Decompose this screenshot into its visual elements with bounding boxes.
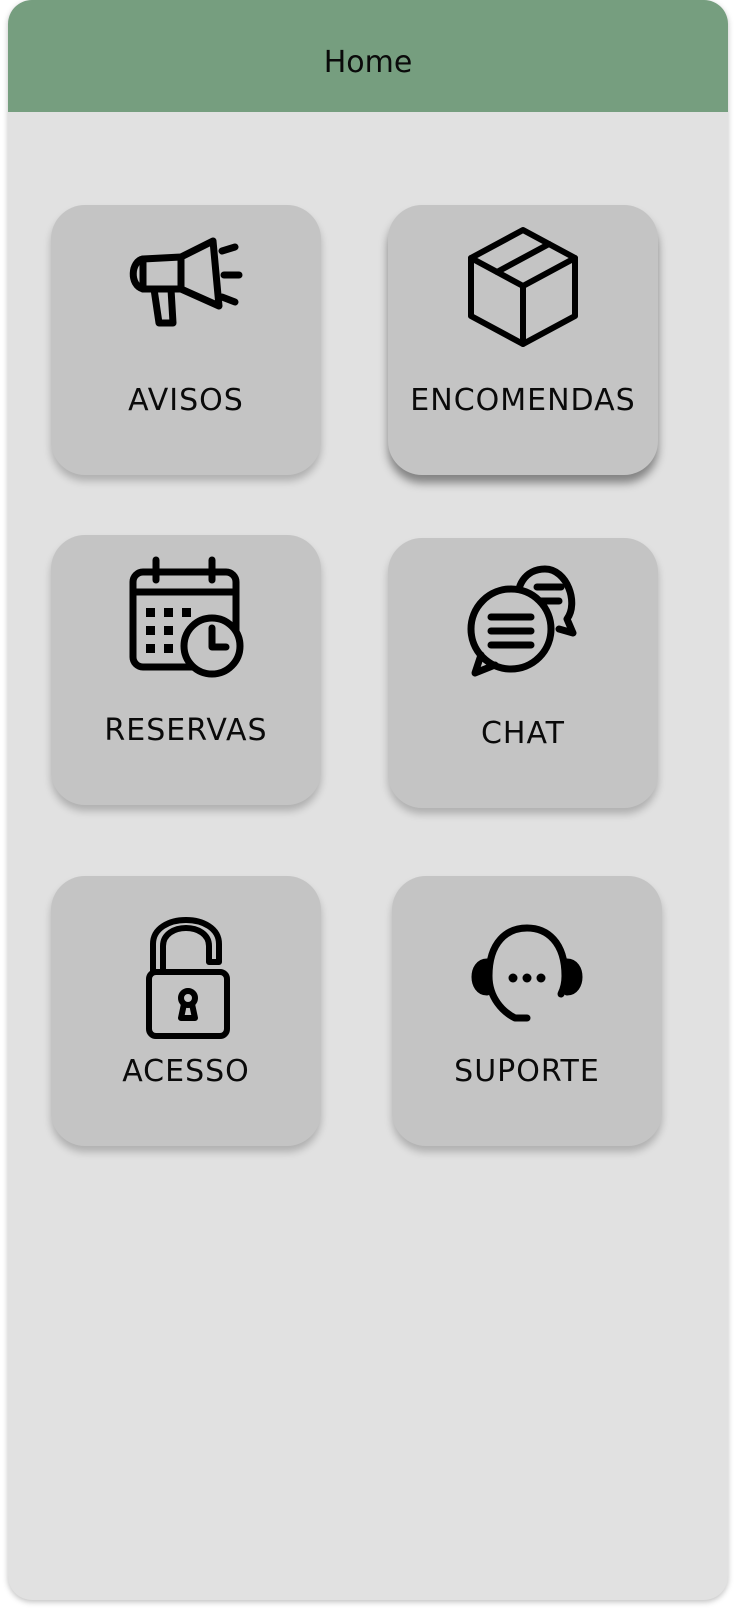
page-title: Home [323, 44, 413, 80]
tile-label: SUPORTE [454, 1054, 600, 1089]
app-header: Home [8, 0, 728, 112]
tile-label: RESERVAS [104, 713, 268, 748]
tile-chat[interactable]: CHAT [388, 538, 658, 808]
package-box-icon [388, 221, 658, 351]
tile-avisos[interactable]: AVISOS [51, 205, 321, 475]
tile-label: ENCOMENDAS [410, 383, 636, 418]
headset-support-icon [392, 912, 662, 1042]
unlocked-padlock-icon [51, 912, 321, 1042]
chat-bubbles-icon [388, 554, 658, 684]
tile-label: CHAT [480, 716, 566, 751]
app-screen: Home AVISOS ENCOMENDAS RESERVAS CHAT ACE… [8, 0, 728, 1600]
tile-acesso[interactable]: ACESSO [51, 876, 321, 1146]
tile-label: AVISOS [128, 383, 244, 418]
tile-suporte[interactable]: SUPORTE [392, 876, 662, 1146]
tile-reservas[interactable]: RESERVAS [51, 535, 321, 805]
calendar-clock-icon [51, 551, 321, 681]
tile-label: ACESSO [122, 1054, 250, 1089]
megaphone-icon [51, 221, 321, 351]
tile-encomendas[interactable]: ENCOMENDAS [388, 205, 658, 475]
